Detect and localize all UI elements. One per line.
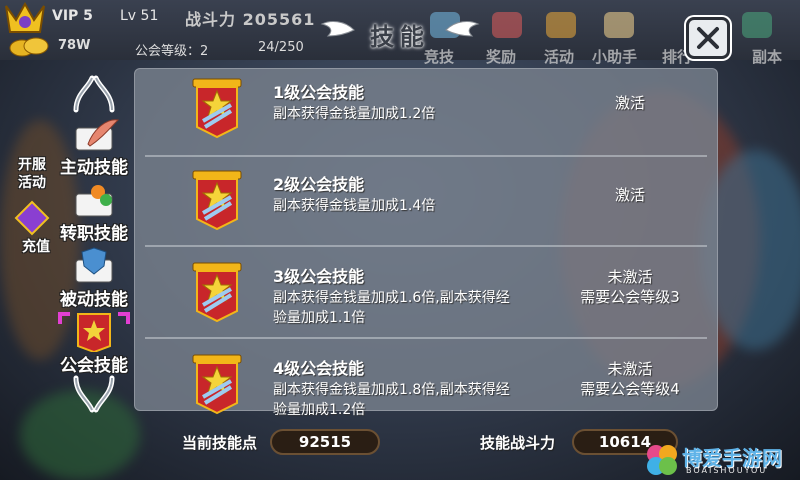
skill-title: 2级公会技能 [273, 175, 365, 194]
guild-level: 公会等级：2 [135, 44, 209, 59]
skill-description: 副本获得金钱量加成1.4倍 [273, 198, 436, 214]
skill-status: 激活 [515, 93, 745, 113]
gold-amount: 78W [58, 38, 91, 53]
skill-title: 4级公会技能 [273, 359, 365, 378]
guild-banner-icon [192, 262, 242, 323]
skill-requirement: 需要公会等级3 [580, 288, 680, 306]
recharge-icon[interactable] [14, 200, 50, 236]
player-power: 战斗力 205561 [185, 10, 316, 29]
watermark-subtext: BOAISHOUYOU [686, 466, 768, 475]
guild-banner-icon [192, 170, 242, 231]
skill-status: 激活 [515, 185, 745, 205]
tab-class-skill-label: 转职技能 [60, 224, 128, 244]
close-button[interactable] [686, 17, 730, 59]
shield-book-icon [75, 247, 113, 283]
skill-points-value: 92515 [270, 429, 380, 455]
tab-guild-skill[interactable]: 公会技能 [52, 312, 136, 376]
skill-description: 副本获得金钱量加成1.2倍 [273, 106, 436, 122]
avatar-badge-icon[interactable] [2, 2, 48, 36]
tab-passive-skill-label: 被动技能 [60, 290, 128, 310]
side-activity-bar: 开服活动 充值 [0, 60, 52, 360]
skill-power-label: 技能战斗力 [480, 434, 556, 452]
skill-title: 3级公会技能 [273, 267, 365, 286]
tab-active-skill-label: 主动技能 [60, 158, 128, 178]
skill-status-line: 未激活 [607, 360, 653, 378]
tab-guild-skill-label: 公会技能 [60, 356, 128, 376]
dungeon-icon[interactable] [742, 12, 772, 38]
skill-row[interactable]: 3级公会技能 副本获得金钱量加成1.6倍,副本获得经验量加成1.1倍 未激活 需… [135, 253, 719, 333]
skill-description: 副本获得金钱量加成1.6倍,副本获得经验量加成1.1倍 [273, 290, 510, 326]
skill-row[interactable]: 1级公会技能 副本获得金钱量加成1.2倍 激活 [135, 69, 719, 149]
reward-icon[interactable] [492, 12, 522, 38]
menu-event[interactable]: 活动 [544, 46, 574, 67]
skill-status-line: 激活 [614, 94, 645, 112]
watermark-logo-icon [647, 445, 677, 475]
menu-helper[interactable]: 小助手 [592, 46, 637, 67]
menu-dungeon[interactable]: 副本 [752, 46, 782, 67]
row-divider [145, 245, 707, 247]
class-change-icon [75, 185, 113, 217]
gold-icon [9, 37, 49, 57]
player-level: Lv 51 [120, 8, 159, 24]
guild-banner-icon [77, 313, 111, 352]
feather-icon [75, 119, 120, 151]
skill-status-line: 未激活 [607, 268, 653, 286]
tab-class-skill[interactable]: 转职技能 [52, 180, 136, 244]
skill-row[interactable]: 4级公会技能 副本获得金钱量加成1.8倍,副本获得经验量加成1.2倍 未激活 需… [135, 345, 719, 425]
skill-status: 未激活 需要公会等级3 [515, 267, 745, 307]
tab-ornament-bottom-icon [73, 375, 115, 413]
tab-active-skill[interactable]: 主动技能 [52, 114, 136, 178]
skill-status-line: 激活 [614, 186, 645, 204]
skill-row[interactable]: 2级公会技能 副本获得金钱量加成1.4倍 激活 [135, 161, 719, 241]
skill-title: 1级公会技能 [273, 83, 365, 102]
menu-reward[interactable]: 奖励 [486, 46, 516, 67]
row-divider [145, 155, 707, 157]
guild-banner-icon [192, 78, 242, 139]
skill-list-panel: 1级公会技能 副本获得金钱量加成1.2倍 激活 2级公会技能 副本获得金钱量加成… [134, 68, 719, 418]
helper-icon[interactable] [604, 12, 634, 38]
close-icon [697, 27, 719, 49]
right-wing-icon [445, 21, 480, 37]
site-watermark: 博爱手游网 BOAISHOUYOU [642, 440, 800, 480]
dialog-title: 技能 [370, 22, 430, 51]
skill-tab-list: 主动技能 转职技能 被动技能 公会技能 [52, 72, 136, 412]
guild-capacity: 24/250 [258, 40, 304, 55]
side-item-recharge[interactable]: 充值 [22, 236, 50, 256]
vip-level: VIP 5 [52, 8, 93, 24]
skill-status: 未激活 需要公会等级4 [515, 359, 745, 399]
event-icon[interactable] [546, 12, 576, 38]
skill-points-label: 当前技能点 [182, 434, 258, 452]
tab-passive-skill[interactable]: 被动技能 [52, 246, 136, 310]
skill-description: 副本获得金钱量加成1.8倍,副本获得经验量加成1.2倍 [273, 382, 510, 418]
skill-requirement: 需要公会等级4 [580, 380, 680, 398]
row-divider [145, 337, 707, 339]
guild-banner-icon [192, 354, 242, 415]
